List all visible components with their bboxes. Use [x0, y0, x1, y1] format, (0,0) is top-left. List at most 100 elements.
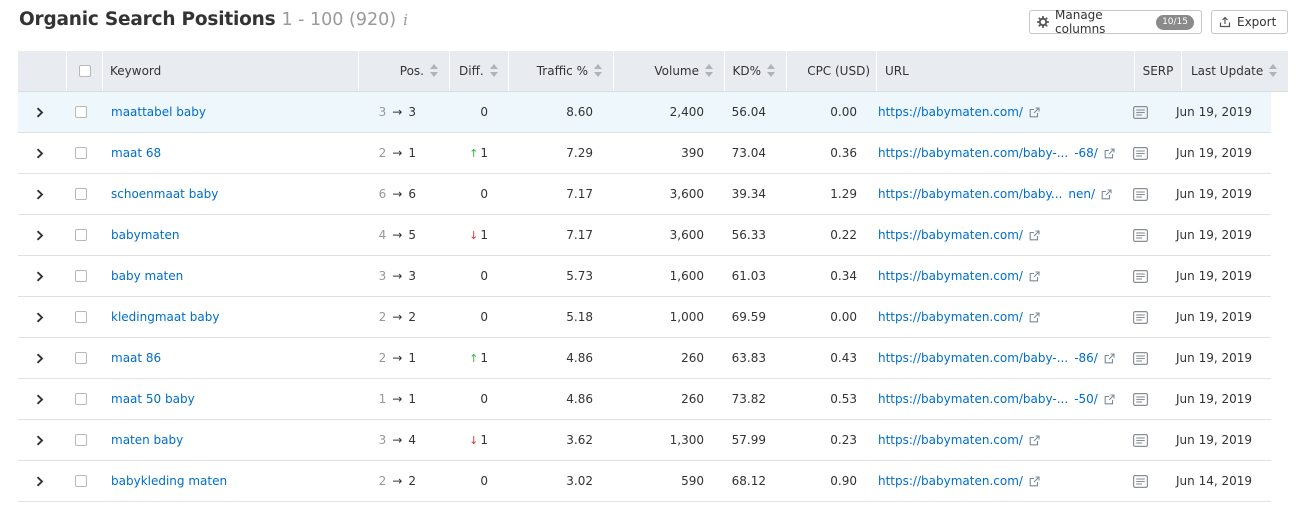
- serp-snapshot-icon[interactable]: [1132, 474, 1148, 488]
- url-link[interactable]: https://babymaten.com/baby-...: [878, 392, 1068, 406]
- url-link[interactable]: https://babymaten.com/: [878, 474, 1023, 488]
- serp-snapshot-icon[interactable]: [1132, 310, 1148, 324]
- url-suffix[interactable]: -68/: [1074, 146, 1098, 160]
- url-suffix[interactable]: -86/: [1074, 351, 1098, 365]
- keyword-link[interactable]: kledingmaat baby: [111, 297, 219, 337]
- table-row[interactable]: baby maten 3 → 3 0 5.73 1,600 61.03 0.34…: [18, 256, 1271, 297]
- keyword-link[interactable]: babykleding maten: [111, 461, 227, 501]
- position-cell: 2 → 1: [358, 338, 416, 378]
- url-suffix[interactable]: -50/: [1074, 392, 1098, 406]
- row-checkbox[interactable]: [75, 434, 87, 446]
- url-cell: https://babymaten.com/: [878, 297, 1040, 337]
- header-diff-label: Diff.: [459, 64, 484, 78]
- external-link-icon[interactable]: [1029, 270, 1040, 282]
- export-button[interactable]: Export: [1211, 10, 1288, 34]
- row-checkbox[interactable]: [75, 229, 87, 241]
- keyword-link[interactable]: maat 50 baby: [111, 379, 195, 419]
- serp-snapshot-icon[interactable]: [1132, 228, 1148, 242]
- header-last-update[interactable]: Last Update: [1181, 51, 1288, 91]
- expand-row-button[interactable]: [35, 297, 45, 337]
- header-keyword[interactable]: Keyword: [102, 51, 358, 91]
- expand-row-button[interactable]: [35, 133, 45, 173]
- serp-snapshot-icon[interactable]: [1132, 351, 1148, 365]
- external-link-icon[interactable]: [1029, 229, 1040, 241]
- row-checkbox[interactable]: [75, 352, 87, 364]
- url-link[interactable]: https://babymaten.com/: [878, 310, 1023, 324]
- url-cell: https://babymaten.com/: [878, 256, 1040, 296]
- header-pos[interactable]: Pos.: [358, 51, 449, 91]
- table-row[interactable]: maat 86 2 → 1 ↑ 1 4.86 260 63.83 0.43 ht…: [18, 338, 1271, 379]
- row-checkbox[interactable]: [75, 188, 87, 200]
- url-link[interactable]: https://babymaten.com/baby-...: [878, 351, 1068, 365]
- row-checkbox[interactable]: [75, 393, 87, 405]
- external-link-icon[interactable]: [1104, 393, 1115, 405]
- serp-snapshot-icon[interactable]: [1132, 269, 1148, 283]
- row-checkbox[interactable]: [75, 311, 87, 323]
- manage-columns-button[interactable]: Manage columns 10/15: [1029, 8, 1202, 36]
- expand-row-button[interactable]: [35, 379, 45, 419]
- keyword-link[interactable]: maat 86: [111, 338, 161, 378]
- url-link[interactable]: https://babymaten.com/: [878, 433, 1023, 447]
- serp-snapshot-icon[interactable]: [1132, 105, 1148, 119]
- row-checkbox[interactable]: [75, 475, 87, 487]
- keyword-link[interactable]: schoenmaat baby: [111, 174, 218, 214]
- url-link[interactable]: https://babymaten.com/: [878, 105, 1023, 119]
- external-link-icon[interactable]: [1101, 188, 1112, 200]
- external-link-icon[interactable]: [1029, 106, 1040, 118]
- header-volume[interactable]: Volume: [613, 51, 724, 91]
- table-header: Keyword Pos. Diff. Traffic % Volume KD% …: [18, 51, 1288, 92]
- expand-row-button[interactable]: [35, 461, 45, 501]
- serp-snapshot-icon[interactable]: [1132, 392, 1148, 406]
- url-link[interactable]: https://babymaten.com/: [878, 269, 1023, 283]
- table-row[interactable]: babykleding maten 2 → 2 0 3.02 590 68.12…: [18, 461, 1271, 502]
- url-cell: https://babymaten.com/: [878, 92, 1040, 132]
- expand-row-button[interactable]: [35, 215, 45, 255]
- keyword-link[interactable]: maat 68: [111, 133, 161, 173]
- traffic-percent: 3.02: [566, 474, 593, 488]
- current-position: 3: [408, 105, 416, 119]
- manage-columns-label: Manage columns: [1055, 8, 1106, 36]
- keyword-link[interactable]: maten baby: [111, 420, 183, 460]
- row-checkbox[interactable]: [75, 270, 87, 282]
- url-link[interactable]: https://babymaten.com/: [878, 228, 1023, 242]
- table-row[interactable]: maattabel baby 3 → 3 0 8.60 2,400 56.04 …: [18, 92, 1271, 133]
- url-link[interactable]: https://babymaten.com/baby...: [878, 187, 1062, 201]
- previous-position: 2: [378, 310, 387, 324]
- keyword-link[interactable]: maattabel baby: [111, 92, 206, 132]
- position-cell: 6 → 6: [358, 174, 416, 214]
- row-checkbox[interactable]: [75, 106, 87, 118]
- external-link-icon[interactable]: [1104, 147, 1115, 159]
- expand-row-button[interactable]: [35, 420, 45, 460]
- external-link-icon[interactable]: [1104, 352, 1115, 364]
- expand-row-button[interactable]: [35, 92, 45, 132]
- url-suffix[interactable]: nen/: [1068, 187, 1095, 201]
- table-row[interactable]: kledingmaat baby 2 → 2 0 5.18 1,000 69.5…: [18, 297, 1271, 338]
- table-row[interactable]: schoenmaat baby 6 → 6 0 7.17 3,600 39.34…: [18, 174, 1271, 215]
- external-link-icon[interactable]: [1029, 434, 1040, 446]
- serp-snapshot-icon[interactable]: [1132, 187, 1148, 201]
- current-position: 1: [408, 146, 416, 160]
- expand-row-button[interactable]: [35, 174, 45, 214]
- keyword-link[interactable]: babymaten: [111, 215, 179, 255]
- header-traffic[interactable]: Traffic %: [508, 51, 613, 91]
- table-row[interactable]: maat 68 2 → 1 ↑ 1 7.29 390 73.04 0.36 ht…: [18, 133, 1271, 174]
- expand-row-button[interactable]: [35, 338, 45, 378]
- header-serp: SERP: [1134, 51, 1181, 91]
- expand-row-button[interactable]: [35, 256, 45, 296]
- select-all-checkbox[interactable]: [78, 65, 91, 77]
- header-cpc[interactable]: CPC (USD): [786, 51, 876, 91]
- url-link[interactable]: https://babymaten.com/baby-...: [878, 146, 1068, 160]
- table-row[interactable]: babymaten 4 → 5 ↓ 1 7.17 3,600 56.33 0.2…: [18, 215, 1271, 256]
- table-row[interactable]: maten baby 3 → 4 ↓ 1 3.62 1,300 57.99 0.…: [18, 420, 1271, 461]
- previous-position: 3: [378, 105, 387, 119]
- row-checkbox[interactable]: [75, 147, 87, 159]
- external-link-icon[interactable]: [1029, 311, 1040, 323]
- serp-snapshot-icon[interactable]: [1132, 433, 1148, 447]
- serp-snapshot-icon[interactable]: [1132, 146, 1148, 160]
- header-diff[interactable]: Diff.: [449, 51, 508, 91]
- table-row[interactable]: maat 50 baby 1 → 1 0 4.86 260 73.82 0.53…: [18, 379, 1271, 420]
- header-kd[interactable]: KD%: [724, 51, 786, 91]
- info-icon[interactable]: i: [403, 11, 408, 29]
- keyword-link[interactable]: baby maten: [111, 256, 183, 296]
- external-link-icon[interactable]: [1029, 475, 1040, 487]
